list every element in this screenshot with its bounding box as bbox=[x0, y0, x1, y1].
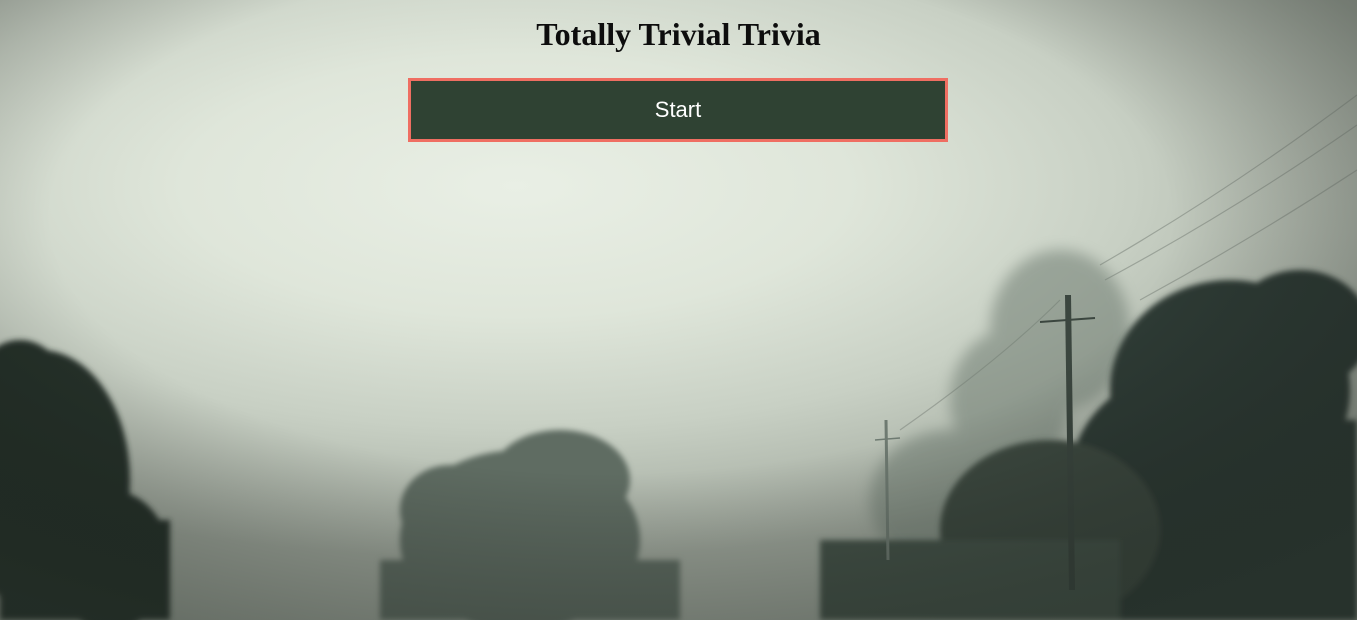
start-button-label: Start bbox=[654, 97, 702, 122]
start-button[interactable]: Start bbox=[408, 78, 948, 142]
page-title: Totally Trivial Trivia bbox=[536, 16, 821, 52]
